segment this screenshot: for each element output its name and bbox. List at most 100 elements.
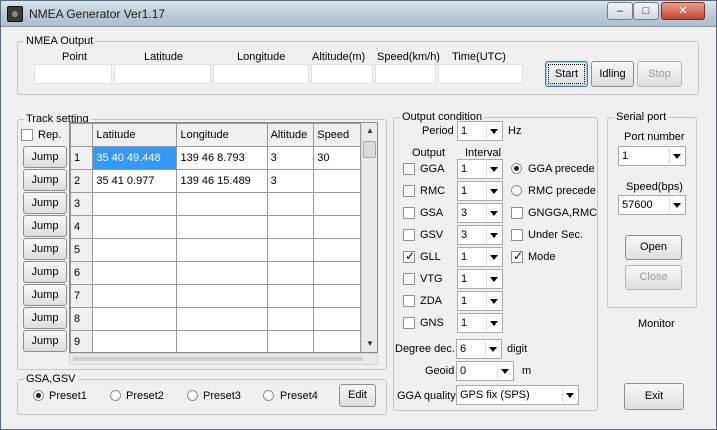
speed-cell[interactable]: [313, 261, 361, 285]
gns-output-checkbox[interactable]: [403, 317, 415, 329]
scroll-thumb[interactable]: [363, 141, 376, 158]
zda-output-checkbox[interactable]: [403, 295, 415, 307]
speed-cell[interactable]: [313, 215, 361, 239]
speed-cell[interactable]: [313, 330, 361, 352]
open-port-button[interactable]: Open: [625, 235, 682, 260]
degree-dec-select[interactable]: 6: [456, 339, 502, 359]
chevron-down-icon[interactable]: [486, 123, 501, 139]
mode-checkbox[interactable]: [511, 249, 523, 263]
close-window-button[interactable]: ✕: [661, 2, 705, 20]
speed-cell[interactable]: [313, 192, 361, 216]
chevron-down-icon[interactable]: [485, 341, 500, 357]
under-sec-checkbox[interactable]: [511, 229, 523, 241]
altitude-cell[interactable]: [266, 330, 315, 352]
altitude-cell[interactable]: [266, 192, 315, 216]
speed-cell[interactable]: 30: [313, 146, 361, 170]
longitude-cell[interactable]: [176, 330, 268, 352]
preset2-radio[interactable]: [110, 390, 121, 401]
track-table[interactable]: Latitude Longitude Altitude Speed 1 35 40…: [69, 122, 378, 353]
chevron-down-icon[interactable]: [486, 161, 501, 177]
altitude-cell[interactable]: [266, 261, 315, 285]
horizontal-scroll-thumb[interactable]: [73, 357, 363, 361]
chevron-down-icon[interactable]: [669, 148, 684, 164]
gll-output-checkbox[interactable]: [403, 249, 415, 263]
jump-button[interactable]: Jump: [23, 238, 67, 260]
jump-button[interactable]: Jump: [23, 261, 67, 283]
stop-button[interactable]: Stop: [637, 61, 682, 87]
maximize-button[interactable]: □: [633, 2, 659, 20]
zda-interval-select[interactable]: 1: [457, 291, 503, 311]
latitude-cell[interactable]: [92, 330, 178, 352]
latitude-cell[interactable]: [92, 261, 178, 285]
gsv-output-checkbox[interactable]: [403, 229, 415, 241]
longitude-cell[interactable]: 139 46 8.793: [176, 146, 268, 170]
repeat-checkbox[interactable]: [21, 129, 33, 141]
exit-button[interactable]: Exit: [624, 383, 684, 410]
geoid-select[interactable]: 0: [456, 361, 514, 381]
jump-button[interactable]: Jump: [23, 146, 67, 168]
table-horizontal-scrollbar[interactable]: [69, 353, 378, 365]
chevron-down-icon[interactable]: [486, 227, 501, 243]
chevron-down-icon[interactable]: [562, 387, 577, 403]
altitude-cell[interactable]: 3: [266, 146, 315, 170]
vtg-interval-select[interactable]: 1: [457, 269, 503, 289]
jump-button[interactable]: Jump: [23, 330, 67, 352]
idling-button[interactable]: Idling: [591, 61, 634, 87]
latitude-cell[interactable]: [92, 192, 178, 216]
longitude-cell[interactable]: [176, 215, 268, 239]
minimize-button[interactable]: –: [607, 2, 633, 20]
jump-button[interactable]: Jump: [23, 307, 67, 329]
edit-preset-button[interactable]: Edit: [339, 384, 376, 407]
longitude-cell[interactable]: [176, 307, 268, 331]
jump-button[interactable]: Jump: [23, 284, 67, 306]
rmc-precede-radio[interactable]: [511, 185, 522, 196]
speed-bps-select[interactable]: 57600: [618, 195, 686, 215]
period-select[interactable]: 1: [457, 121, 503, 141]
rmc-interval-select[interactable]: 1: [457, 181, 503, 201]
altitude-cell[interactable]: [266, 238, 315, 262]
chevron-down-icon[interactable]: [486, 249, 501, 265]
jump-button[interactable]: Jump: [23, 192, 67, 214]
altitude-cell[interactable]: 3: [266, 169, 315, 193]
latitude-cell[interactable]: 35 40 49.448: [92, 146, 178, 170]
gga-interval-select[interactable]: 1: [457, 159, 503, 179]
longitude-cell[interactable]: [176, 192, 268, 216]
latitude-cell[interactable]: [92, 284, 178, 308]
longitude-cell[interactable]: 139 46 15.489: [176, 169, 268, 193]
altitude-cell[interactable]: [266, 307, 315, 331]
gsa-output-checkbox[interactable]: [403, 207, 415, 219]
gll-interval-select[interactable]: 1: [457, 247, 503, 267]
latitude-cell[interactable]: 35 41 0.977: [92, 169, 178, 193]
longitude-cell[interactable]: [176, 261, 268, 285]
gns-interval-select[interactable]: 1: [457, 313, 503, 333]
chevron-down-icon[interactable]: [669, 197, 684, 213]
longitude-cell[interactable]: [176, 284, 268, 308]
rmc-output-checkbox[interactable]: [403, 185, 415, 197]
table-vertical-scrollbar[interactable]: ▲ ▼: [361, 123, 377, 352]
latitude-cell[interactable]: [92, 238, 178, 262]
chevron-down-icon[interactable]: [486, 315, 501, 331]
chevron-down-icon[interactable]: [497, 363, 512, 379]
chevron-down-icon[interactable]: [486, 293, 501, 309]
latitude-cell[interactable]: [92, 215, 178, 239]
preset1-radio[interactable]: [33, 390, 44, 401]
vtg-output-checkbox[interactable]: [403, 273, 415, 285]
speed-cell[interactable]: [313, 169, 361, 193]
altitude-cell[interactable]: [266, 215, 315, 239]
gsv-interval-select[interactable]: 3: [457, 225, 503, 245]
altitude-cell[interactable]: [266, 284, 315, 308]
jump-button[interactable]: Jump: [23, 169, 67, 191]
scroll-down-icon[interactable]: ▼: [362, 336, 378, 352]
gngga-rmc-checkbox[interactable]: [511, 207, 523, 219]
speed-cell[interactable]: [313, 307, 361, 331]
gga-output-checkbox[interactable]: [403, 163, 415, 175]
gga-precede-radio[interactable]: [511, 163, 522, 174]
gga-quality-select[interactable]: GPS fix (SPS): [456, 385, 579, 405]
scroll-up-icon[interactable]: ▲: [362, 123, 378, 139]
preset3-radio[interactable]: [187, 390, 198, 401]
port-number-select[interactable]: 1: [618, 146, 686, 166]
jump-button[interactable]: Jump: [23, 215, 67, 237]
speed-cell[interactable]: [313, 238, 361, 262]
latitude-cell[interactable]: [92, 307, 178, 331]
start-button[interactable]: Start: [545, 61, 588, 87]
